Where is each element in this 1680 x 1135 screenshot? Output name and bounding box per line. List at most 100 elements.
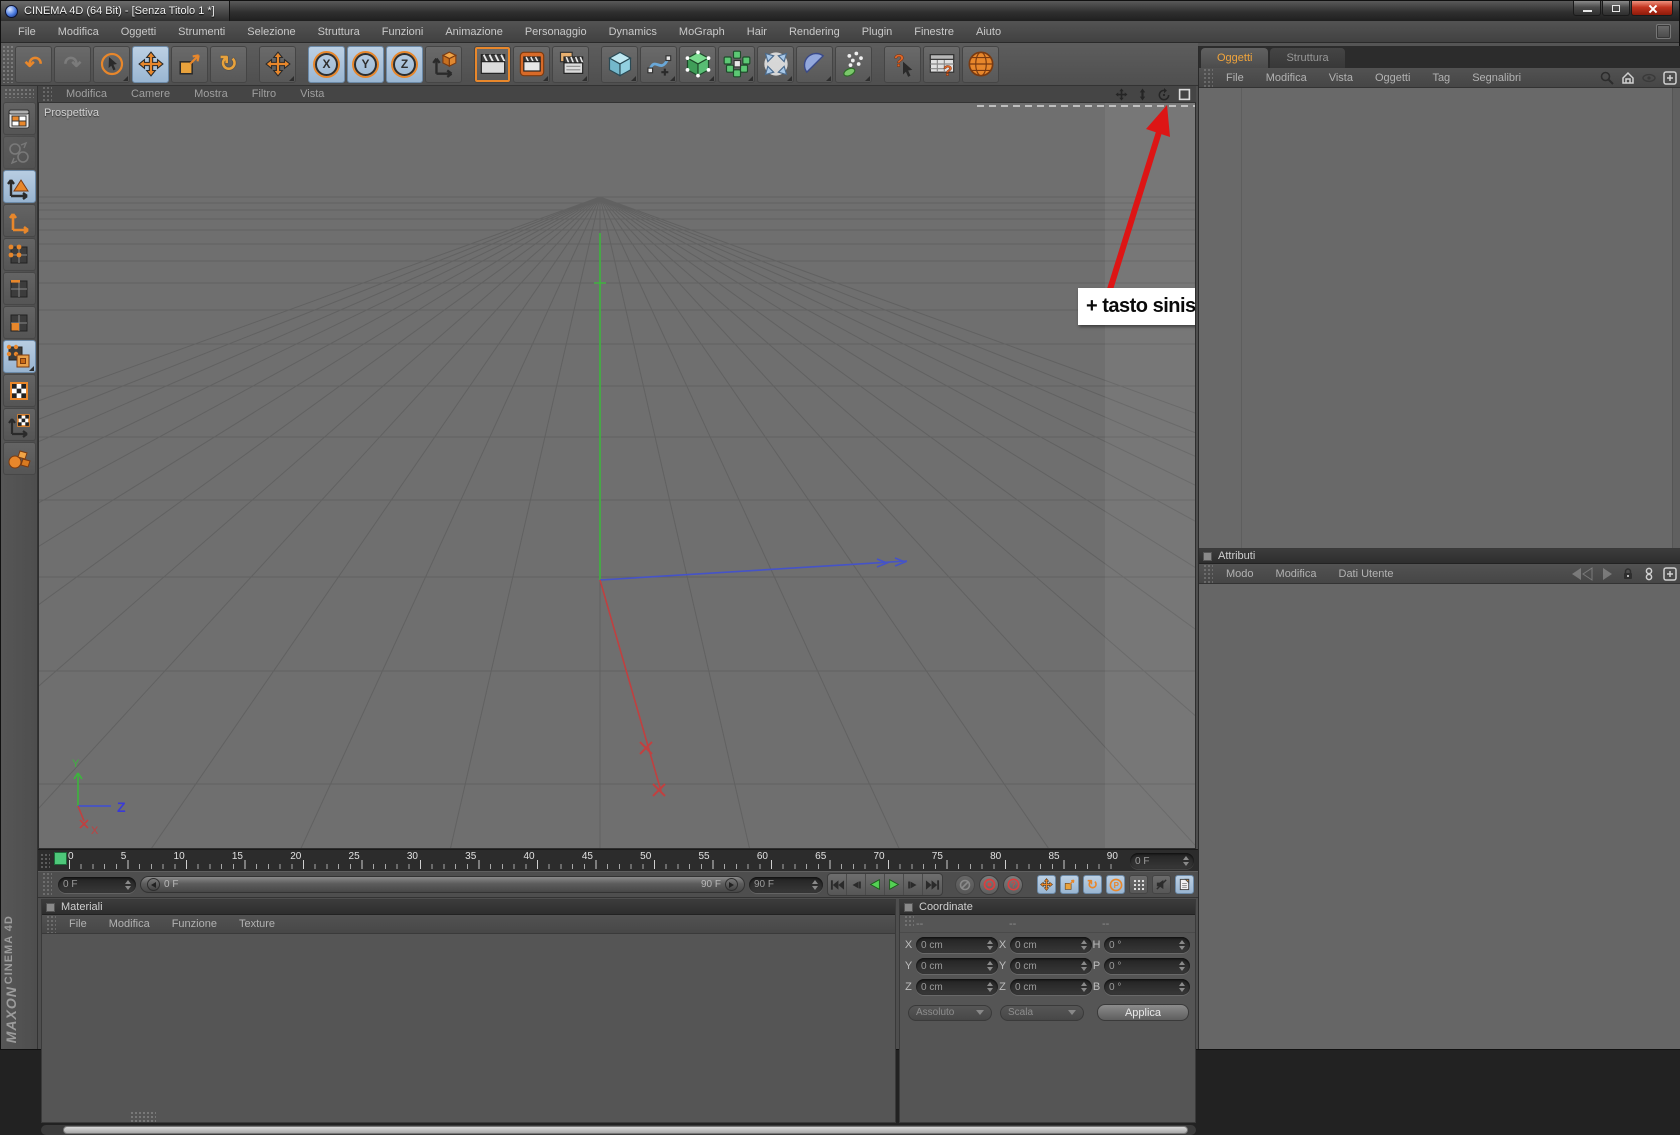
mode-dropdown[interactable]: Assoluto [908, 1005, 992, 1021]
content-browser-button[interactable]: ? [923, 46, 960, 83]
attributes-header[interactable]: Attributi [1199, 549, 1680, 564]
add-box-icon[interactable] [1663, 71, 1677, 85]
preview-range-slider[interactable]: 0 F 90 F [140, 876, 745, 893]
pos-z-field[interactable]: 0 cm [916, 979, 998, 995]
pos-x-field[interactable]: 0 cm [916, 937, 998, 953]
redo-button[interactable]: ↷ [54, 46, 91, 83]
object-manager-grip[interactable] [1203, 68, 1213, 87]
texture-mode-button[interactable] [3, 340, 36, 373]
menu-struttura[interactable]: Struttura [307, 26, 371, 38]
spline-button[interactable] [640, 46, 677, 83]
current-frame-field[interactable]: 0 F [1130, 853, 1194, 869]
slider-left-cap[interactable] [147, 878, 160, 891]
vp-menu-modifica[interactable]: Modifica [54, 88, 119, 100]
rot-h-field[interactable]: 0 ° [1104, 937, 1190, 953]
viewport-menubar-grip[interactable] [42, 86, 52, 102]
dock-grip[interactable] [130, 1111, 156, 1122]
viewport-toggle-panels-icon[interactable] [1177, 87, 1192, 102]
key-rotation-toggle[interactable]: ↻ [1083, 875, 1102, 894]
om-menu-tag[interactable]: Tag [1421, 72, 1461, 84]
om-menu-segnalibri[interactable]: Segnalibri [1461, 72, 1532, 84]
materials-content[interactable] [42, 935, 895, 1122]
goto-start-button[interactable] [828, 874, 847, 895]
nav-forward-icon[interactable] [1600, 567, 1614, 581]
attr-menu-dati-utente[interactable]: Dati Utente [1328, 568, 1405, 580]
spinner-arrows[interactable] [1183, 856, 1189, 866]
scale-tool-button[interactable] [171, 46, 208, 83]
range-start-field[interactable]: 0 F [58, 877, 136, 893]
scale-x-field[interactable]: 0 cm [1010, 937, 1092, 953]
make-editable-button[interactable] [3, 136, 36, 169]
render-picture-viewer-button[interactable] [513, 46, 550, 83]
vp-menu-mostra[interactable]: Mostra [182, 88, 240, 100]
key-help-button[interactable]: ? [1003, 875, 1023, 895]
restore-button[interactable] [1602, 1, 1630, 16]
range-end-field[interactable]: 90 F [749, 877, 823, 893]
vp-menu-filtro[interactable]: Filtro [240, 88, 288, 100]
subdivision-surface-button[interactable] [679, 46, 716, 83]
add-box-icon[interactable] [1663, 567, 1677, 581]
menu-personaggio[interactable]: Personaggio [514, 26, 598, 38]
menu-rendering[interactable]: Rendering [778, 26, 851, 38]
render-view-button[interactable] [474, 46, 511, 83]
live-selection-button[interactable] [93, 46, 130, 83]
spinner-arrows[interactable] [125, 880, 131, 890]
coordinates-grip[interactable] [904, 915, 914, 927]
materials-menu-grip[interactable] [46, 915, 56, 933]
spinner-arrows[interactable] [812, 880, 818, 890]
coordinates-header[interactable]: Coordinate [900, 900, 1195, 915]
play-forward-button[interactable] [885, 874, 904, 895]
viewport[interactable]: Y Z X Prospettiva + tasto sinistro [38, 103, 1196, 849]
primitive-cube-button[interactable] [601, 46, 638, 83]
play-backward-button[interactable] [866, 874, 885, 895]
menu-hair[interactable]: Hair [736, 26, 778, 38]
attributes-content[interactable] [1199, 584, 1680, 1049]
next-frame-button[interactable] [904, 874, 923, 895]
vp-menu-vista[interactable]: Vista [288, 88, 336, 100]
key-position-toggle[interactable] [1037, 875, 1056, 894]
vp-menu-camere[interactable]: Camere [119, 88, 182, 100]
points-mode-button[interactable] [3, 238, 36, 271]
materials-header[interactable]: Materiali [42, 900, 895, 915]
menu-selezione[interactable]: Selezione [236, 26, 306, 38]
timeline-ruler[interactable]: 05 1015 2025 3035 4045 5055 6065 7075 80… [38, 849, 1198, 871]
current-frame-marker[interactable] [54, 852, 67, 865]
menu-finestre[interactable]: Finestre [903, 26, 965, 38]
viewport-dolly-icon[interactable] [1135, 87, 1150, 102]
track-icon[interactable] [1642, 567, 1656, 581]
om-menu-oggetti[interactable]: Oggetti [1364, 72, 1421, 84]
environment-button[interactable] [796, 46, 833, 83]
om-menu-file[interactable]: File [1215, 72, 1255, 84]
home-icon[interactable] [1621, 71, 1635, 85]
eye-icon[interactable] [1642, 71, 1656, 85]
scale-z-field[interactable]: 0 cm [1010, 979, 1092, 995]
horizontal-scrollbar[interactable] [41, 1125, 1196, 1135]
playback-grip[interactable] [42, 872, 52, 897]
edges-mode-button[interactable] [3, 272, 36, 305]
menu-modifica[interactable]: Modifica [47, 26, 110, 38]
scrollbar-thumb[interactable] [63, 1126, 1188, 1134]
array-object-button[interactable] [718, 46, 755, 83]
viewport-pan-icon[interactable] [1114, 87, 1129, 102]
move-tool-button[interactable] [132, 46, 169, 83]
autokey-button[interactable] [979, 875, 999, 895]
polygons-mode-button[interactable] [3, 306, 36, 339]
attr-menu-modifica[interactable]: Modifica [1265, 568, 1328, 580]
key-scale-toggle[interactable] [1060, 875, 1079, 894]
model-mode-button[interactable] [3, 170, 36, 203]
rot-b-field[interactable]: 0 ° [1104, 979, 1190, 995]
search-icon[interactable] [1600, 71, 1614, 85]
render-settings-button[interactable] [552, 46, 589, 83]
document-options-button[interactable] [1175, 875, 1194, 894]
toolbar-grip[interactable] [2, 45, 13, 83]
rot-p-field[interactable]: 0 ° [1104, 958, 1190, 974]
workplane-button[interactable] [3, 408, 36, 441]
key-parameter-toggle[interactable]: P [1106, 875, 1125, 894]
lock-z-button[interactable]: Z [386, 46, 423, 83]
lock-x-button[interactable]: X [308, 46, 345, 83]
tab-struttura[interactable]: Struttura [1270, 48, 1344, 68]
sidebar-grip[interactable] [4, 88, 34, 98]
scale-y-field[interactable]: 0 cm [1010, 958, 1092, 974]
context-help-button[interactable]: ? [884, 46, 921, 83]
layout-button[interactable] [3, 102, 36, 135]
